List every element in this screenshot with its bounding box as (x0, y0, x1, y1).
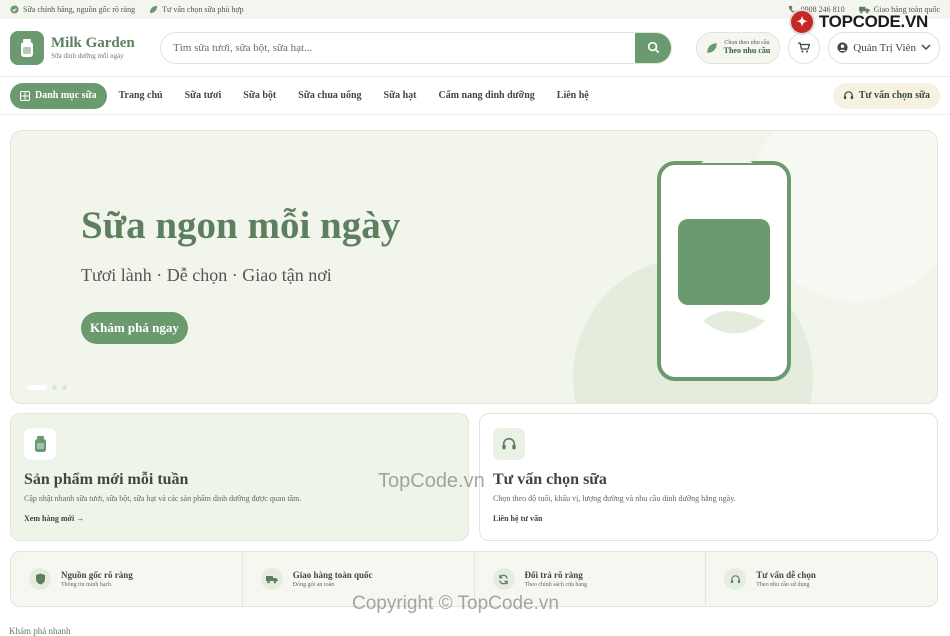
feature-title: Tư vấn chọn sữa (493, 471, 607, 488)
slider-dot[interactable] (52, 385, 57, 390)
site-logo[interactable]: Milk Garden Sữa dinh dưỡng mỗi ngày (10, 30, 146, 65)
nav-link-drinking-yogurt[interactable]: Sữa chua uống (298, 90, 361, 101)
nav-link-fresh-milk[interactable]: Sữa tươi (185, 90, 222, 101)
main-nav: Danh mục sữa Trang chủ Sữa tươi Sữa bột … (0, 77, 950, 115)
perk-item: Tư vấn dễ chọn Theo nhu cầu sử dụng (706, 552, 937, 606)
headset-icon (843, 90, 854, 101)
user-icon (837, 42, 848, 53)
shield-icon (29, 568, 51, 590)
perk-title: Nguồn gốc rõ ràng (61, 570, 133, 580)
site-header: ✦ TOPCODE.VN Milk Garden Sữa dinh dưỡng … (0, 9, 950, 77)
topcode-logo-icon: ✦ (788, 9, 815, 35)
refresh-icon (492, 568, 515, 590)
advise-label: Tư vấn chọn sữa (858, 90, 930, 101)
leaf-icon (706, 42, 718, 54)
nav-link-powdered-milk[interactable]: Sữa bột (243, 90, 276, 101)
grid-icon (20, 90, 30, 101)
topcode-brand-watermark: ✦ TOPCODE.VN (788, 9, 928, 35)
topbar-text: Sữa chính hãng, nguồn gốc rõ ràng (23, 5, 136, 14)
choose-by-need-button[interactable]: Chọn theo nhu cầu Theo nhu cầu (695, 31, 781, 64)
logo-name: Milk Garden (51, 35, 135, 52)
feature-title: Sản phẩm mới mỗi tuần (24, 471, 189, 488)
cart-icon (798, 42, 811, 53)
perk-item: Đổi trả rõ ràng Theo chính sách cửa hàng (475, 552, 707, 606)
account-name: Quản Trị Viên (853, 41, 916, 54)
leaf-icon (149, 5, 158, 14)
topbar-item-authentic: Sữa chính hãng, nguồn gốc rõ ràng (10, 5, 135, 14)
search-input[interactable] (161, 32, 635, 63)
nav-link-nut-milk[interactable]: Sữa hạt (384, 90, 417, 101)
search-button[interactable] (635, 32, 671, 63)
perk-item: Nguồn gốc rõ ràng Thông tin minh bạch (11, 552, 243, 606)
category-menu-button[interactable]: Danh mục sữa (10, 82, 107, 109)
hero-cta-button[interactable]: Khám phá ngay (81, 312, 188, 344)
feature-card-advice: Tư vấn chọn sữa Chọn theo độ tuổi, khẩu … (479, 413, 938, 541)
category-menu-label: Danh mục sữa (35, 90, 97, 101)
feature-card-new-products: Sản phẩm mới mỗi tuần Cập nhật nhanh sữa… (10, 413, 469, 541)
nav-link-home[interactable]: Trang chủ (119, 90, 163, 101)
milk-carton-illustration (651, 143, 811, 390)
feature-link-contact-advice[interactable]: Liên hệ tư vấn (493, 514, 924, 523)
topbar-item-advice: Tư vấn chọn sữa phù hợp (149, 5, 244, 14)
slider-dots (27, 385, 67, 390)
feature-desc: Chọn theo độ tuổi, khẩu vị, lượng đường … (493, 494, 736, 503)
perk-subtitle: Đóng gói an toàn (292, 582, 335, 588)
choose-main-label: Theo nhu cầu (723, 46, 771, 55)
milk-carton-icon (24, 428, 56, 460)
slider-dot[interactable] (62, 385, 67, 390)
hero-subtitle: Tươi lành · Dễ chọn · Giao tận nơi (81, 265, 332, 285)
nav-link-nutrition-guide[interactable]: Cẩm nang dinh dưỡng (438, 90, 534, 101)
chevron-down-icon (921, 44, 931, 51)
perk-title: Tư vấn dễ chọn (756, 570, 816, 580)
logo-tagline: Sữa dinh dưỡng mỗi ngày (51, 51, 124, 60)
hero-title: Sữa ngon mỗi ngày (81, 204, 401, 247)
topcode-brand-text: TOPCODE.VN (818, 12, 928, 31)
perk-item: Giao hàng toàn quốc Đóng gói an toàn (243, 552, 475, 606)
headset-icon (724, 568, 747, 590)
nav-link-contact[interactable]: Liên hệ (557, 90, 589, 101)
topbar-text: Tư vấn chọn sữa phù hợp (162, 5, 244, 14)
check-circle-icon (10, 5, 19, 14)
truck-icon (260, 568, 283, 590)
slider-dot-active[interactable] (27, 385, 47, 390)
search-bar (160, 31, 672, 64)
advise-button[interactable]: Tư vấn chọn sữa (832, 82, 940, 109)
perk-subtitle: Thông tin minh bạch (61, 582, 112, 588)
hero-banner: Sữa ngon mỗi ngày Tươi lành · Dễ chọn · … (10, 130, 938, 404)
milk-bottle-icon (10, 30, 44, 65)
headset-icon (493, 428, 525, 460)
perk-title: Giao hàng toàn quốc (292, 570, 373, 580)
cart-button[interactable] (788, 31, 821, 64)
account-menu[interactable]: Quản Trị Viên (828, 31, 940, 64)
perk-subtitle: Theo chính sách cửa hàng (524, 582, 588, 588)
perk-title: Đổi trả rõ ràng (524, 570, 583, 580)
feature-desc: Cập nhật nhanh sữa tươi, sữa bột, sữa hạ… (24, 494, 302, 503)
perk-subtitle: Theo nhu cầu sử dụng (756, 582, 810, 588)
perks-strip: Nguồn gốc rõ ràng Thông tin minh bạch Gia… (10, 551, 938, 607)
feature-link-new-products[interactable]: Xem hàng mới → (24, 514, 455, 523)
search-icon (647, 41, 660, 54)
